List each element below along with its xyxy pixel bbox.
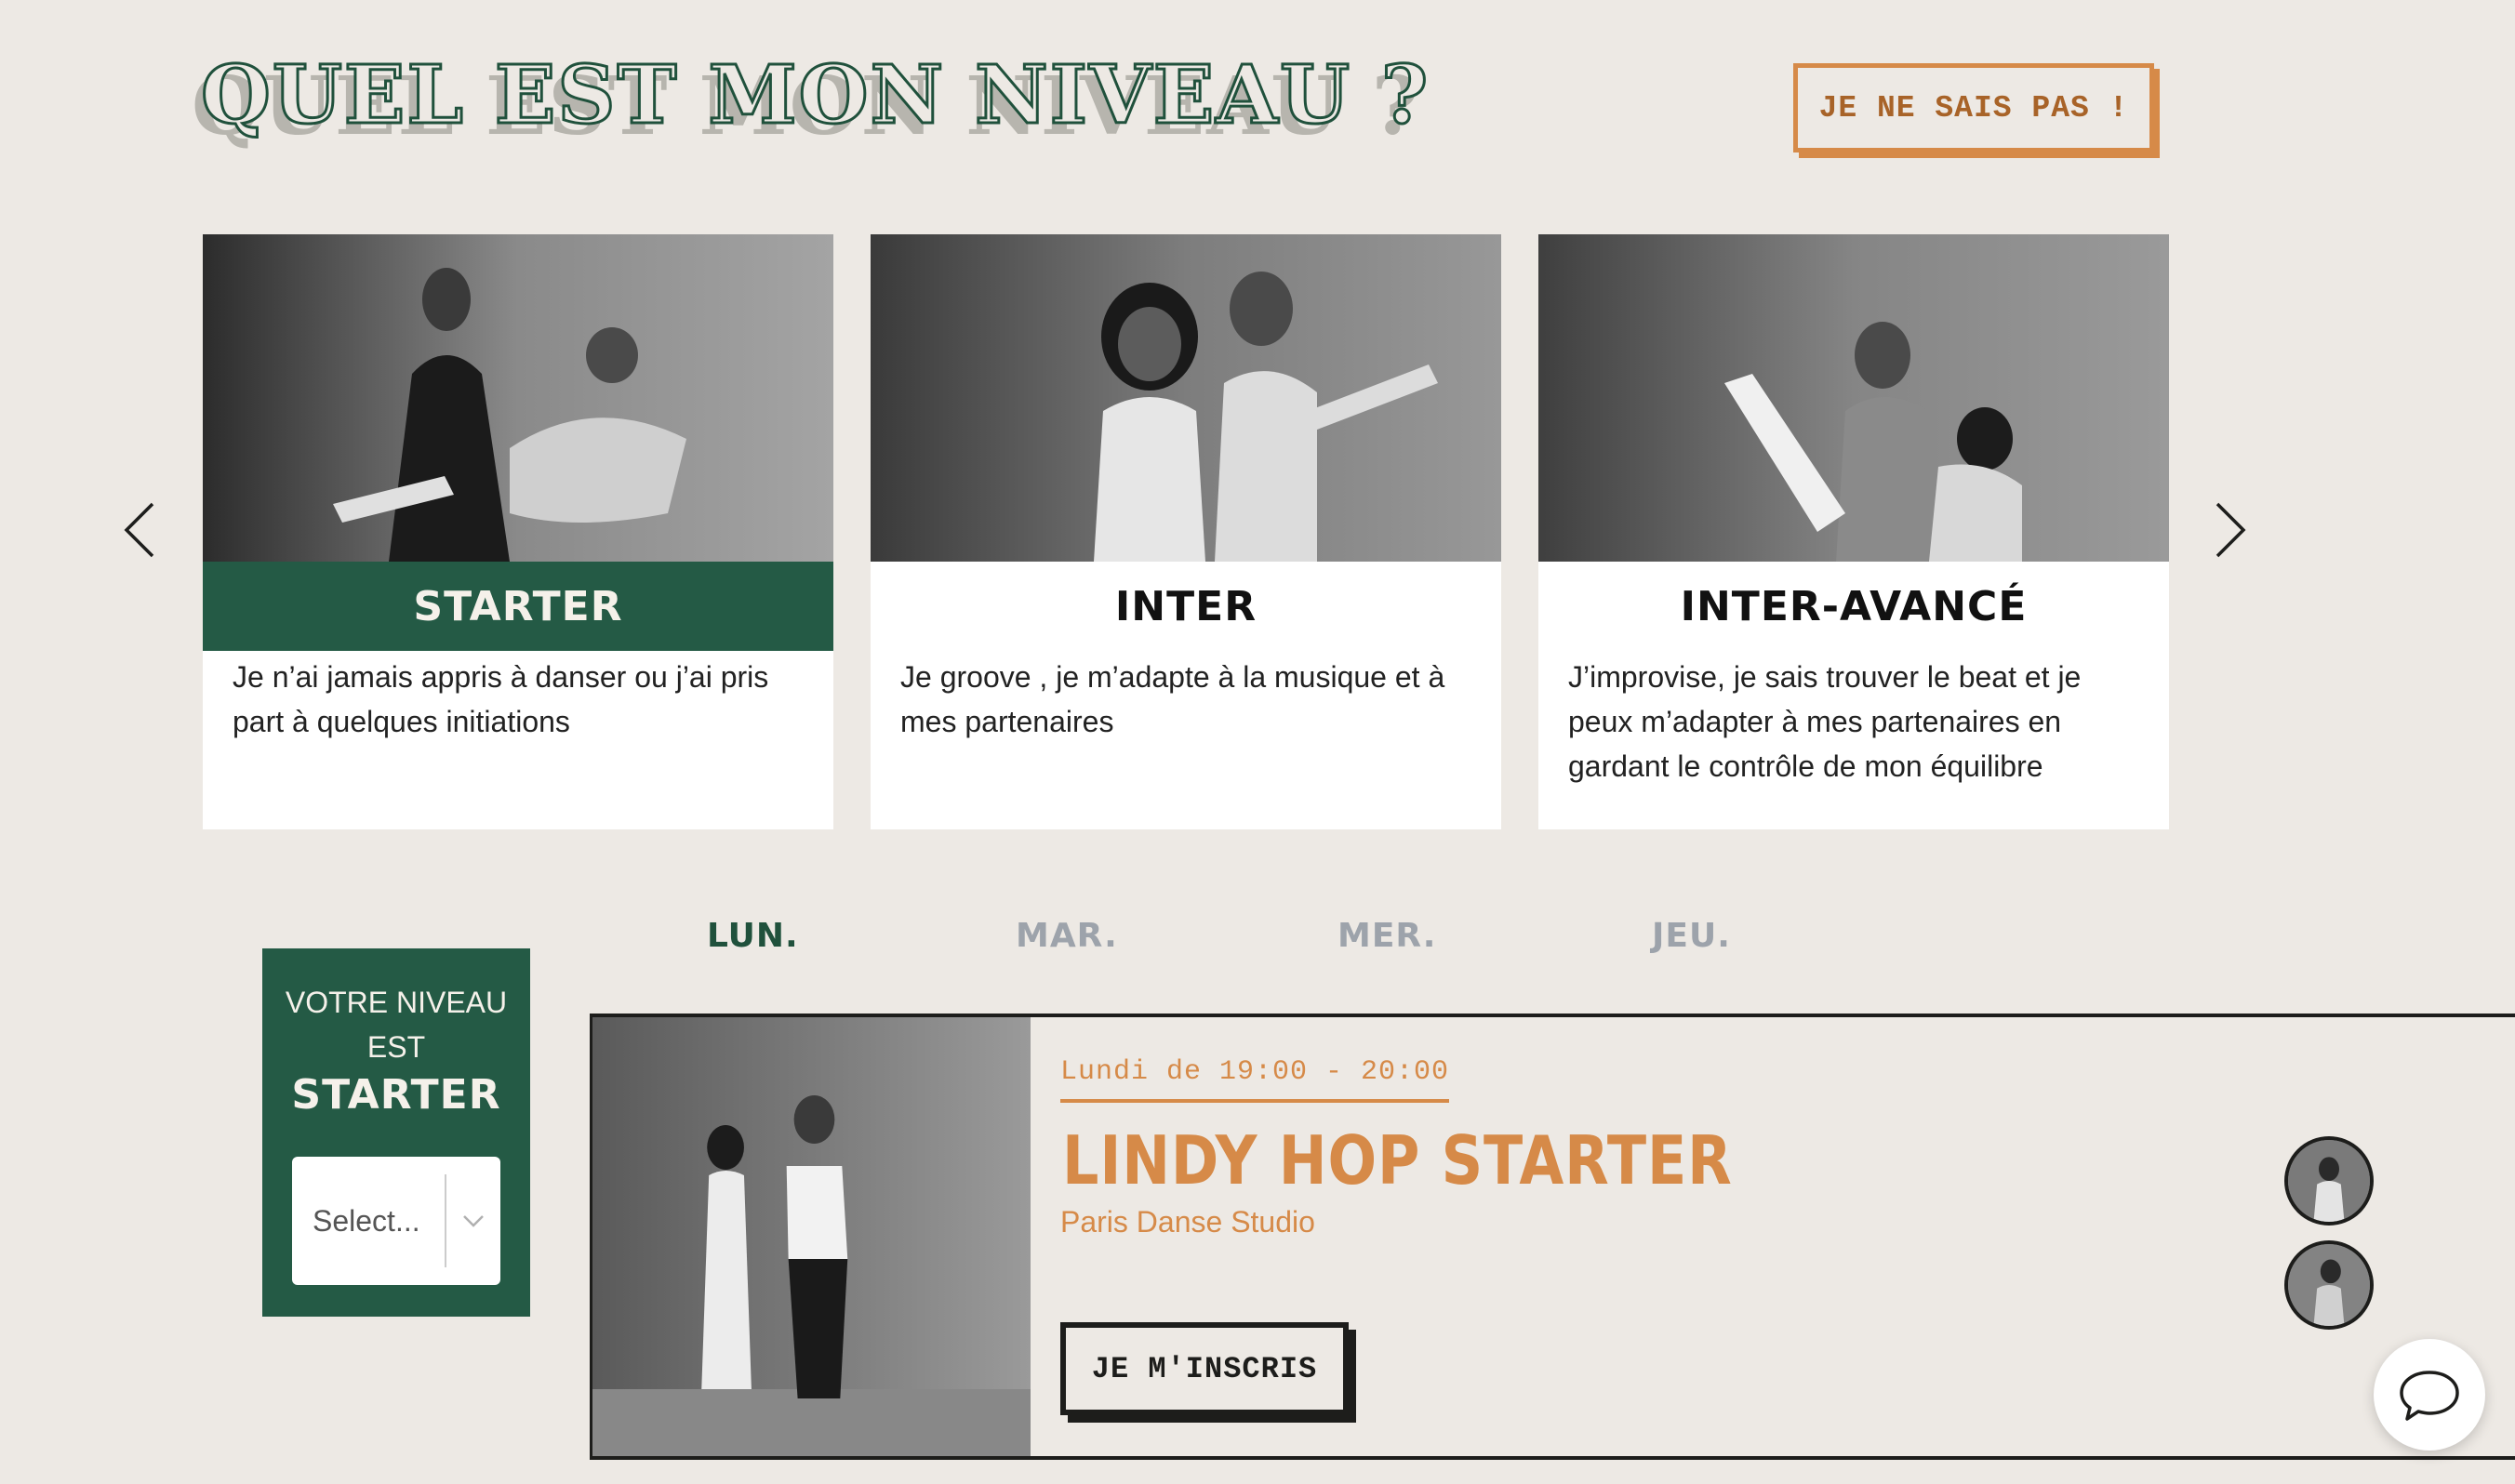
carousel-prev-button[interactable] xyxy=(112,493,167,567)
chat-bubble-icon xyxy=(2400,1371,2459,1421)
class-venue: Paris Danse Studio xyxy=(1060,1205,1315,1239)
level-select-value: Select... xyxy=(313,1203,420,1238)
level-card-inter[interactable]: INTER Je groove , je m’adapte à la musiq… xyxy=(871,234,1501,829)
tab-lundi[interactable]: LUN. xyxy=(707,917,799,955)
level-heading: STARTER xyxy=(203,562,833,651)
chevron-right-icon xyxy=(2216,502,2246,558)
dancers-photo xyxy=(203,234,833,562)
carousel-next-button[interactable] xyxy=(2202,493,2258,567)
dancers-photo xyxy=(1538,234,2169,562)
tab-mercredi[interactable]: MER. xyxy=(1337,917,1436,955)
class-title: LINDY HOP STARTER xyxy=(1062,1121,1733,1199)
tab-jeudi[interactable]: JEU. xyxy=(1652,917,1731,955)
class-photo xyxy=(590,1017,1031,1456)
unsure-level-button[interactable]: JE NE SAIS PAS ! xyxy=(1793,63,2154,152)
level-description: J’improvise, je sais trouver le beat et … xyxy=(1568,660,2082,783)
class-item: Lundi de 19:00 - 20:00 LINDY HOP STARTER… xyxy=(590,1014,2515,1460)
tab-mardi[interactable]: MAR. xyxy=(1016,917,1118,955)
dancers-photo xyxy=(871,234,1501,562)
level-card-starter[interactable]: STARTER Je n’ai jamais appris à danser o… xyxy=(203,234,833,829)
level-card-inter-avance[interactable]: INTER-AVANCÉ J’improvise, je sais trouve… xyxy=(1538,234,2169,829)
chevron-down-icon xyxy=(446,1213,500,1228)
level-heading: INTER-AVANCÉ xyxy=(1680,582,2028,630)
level-heading: INTER xyxy=(1114,582,1258,630)
class-time: Lundi de 19:00 - 20:00 xyxy=(1060,1056,1450,1103)
your-level-panel: VOTRE NIVEAU EST STARTER Select... xyxy=(262,948,530,1317)
teacher-avatar[interactable] xyxy=(2284,1136,2374,1226)
your-level-value: STARTER xyxy=(291,1071,501,1119)
level-select[interactable]: Select... xyxy=(292,1157,500,1285)
your-level-label: VOTRE NIVEAU EST xyxy=(285,986,508,1064)
chevron-left-icon xyxy=(124,502,154,558)
level-description: Je n’ai jamais appris à danser ou j’ai p… xyxy=(233,660,769,738)
level-description: Je groove , je m’adapte à la musique et … xyxy=(900,660,1445,738)
teacher-avatar[interactable] xyxy=(2284,1240,2374,1330)
page-title: QUEL EST MON NIVEAU ? xyxy=(199,47,1430,144)
chat-button[interactable] xyxy=(2374,1339,2485,1451)
signup-button[interactable]: JE M'INSCRIS xyxy=(1060,1322,1349,1415)
